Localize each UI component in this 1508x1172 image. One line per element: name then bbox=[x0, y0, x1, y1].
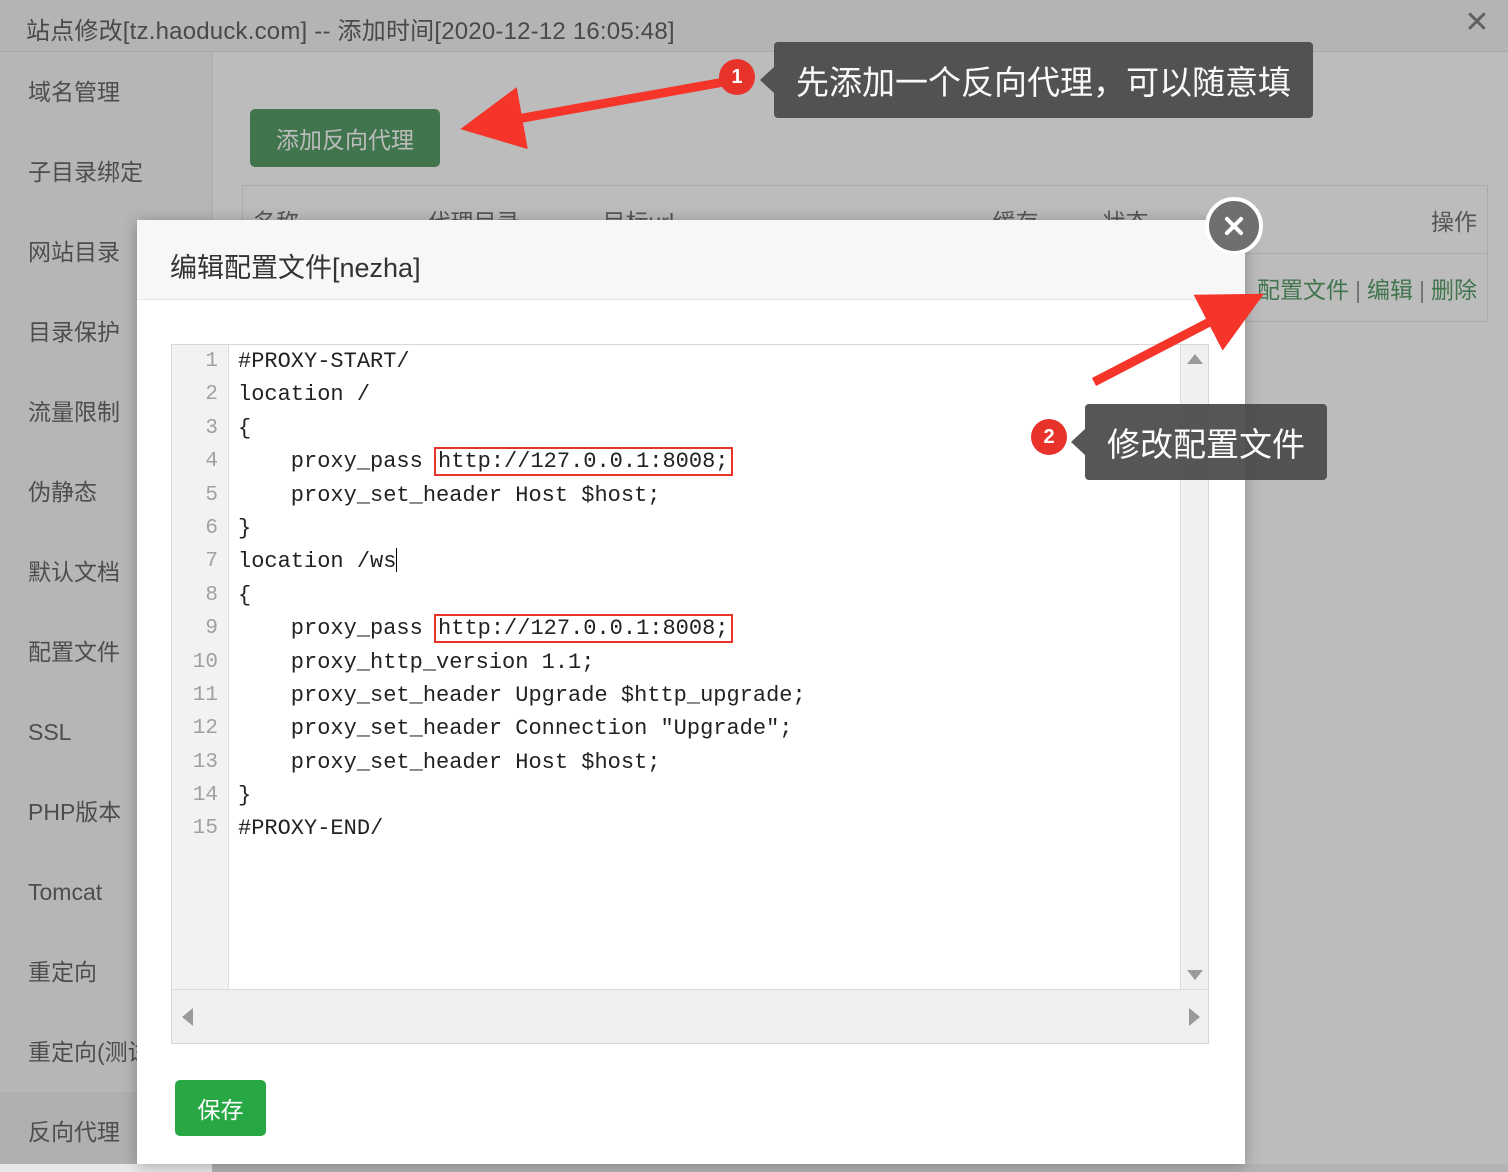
modal-title: 编辑配置文件[nezha] bbox=[170, 253, 421, 283]
code-line[interactable]: proxy_set_header Host $host; bbox=[238, 479, 1208, 512]
code-line[interactable]: location / bbox=[238, 378, 1208, 411]
window-close-icon[interactable]: ✕ bbox=[1460, 6, 1494, 40]
code-line[interactable]: location /ws bbox=[238, 545, 1208, 578]
code-line[interactable]: proxy_http_version 1.1; bbox=[238, 646, 1208, 679]
code-line[interactable]: } bbox=[238, 512, 1208, 545]
highlighted-url: http://127.0.0.1:8008; bbox=[434, 447, 733, 477]
editor-horizontal-scrollbar[interactable] bbox=[172, 989, 1208, 1043]
scroll-left-arrow-icon[interactable] bbox=[182, 1008, 193, 1026]
code-line[interactable]: } bbox=[238, 779, 1208, 812]
code-line[interactable]: proxy_set_header Upgrade $http_upgrade; bbox=[238, 679, 1208, 712]
scroll-right-arrow-icon[interactable] bbox=[1189, 1008, 1200, 1026]
line-number: 13 bbox=[192, 750, 218, 774]
line-number: 6 bbox=[205, 516, 218, 540]
highlighted-url: http://127.0.0.1:8008; bbox=[434, 614, 733, 644]
cell-actions: 配置文件 | 编辑 | 删除 bbox=[1212, 253, 1488, 322]
code-text: { bbox=[238, 415, 252, 441]
code-line[interactable]: proxy_set_header Connection "Upgrade"; bbox=[238, 712, 1208, 745]
action-edit-link[interactable]: 编辑 bbox=[1367, 277, 1413, 303]
action-delete-link[interactable]: 删除 bbox=[1431, 277, 1477, 303]
code-text: #PROXY-END/ bbox=[238, 816, 384, 842]
code-text: } bbox=[238, 783, 252, 809]
editor-line-number-gutter: 1 2 3 4 5 6 7 8 9 10 11 12 13 14 15 bbox=[172, 345, 229, 989]
line-number: 1 bbox=[205, 350, 218, 373]
line-number: 4 bbox=[205, 450, 218, 474]
add-reverse-proxy-button[interactable]: 添加反向代理 bbox=[250, 109, 440, 167]
annotation-badge-2: 2 bbox=[1031, 419, 1067, 455]
code-text: proxy_pass bbox=[238, 449, 437, 475]
code-text: proxy_set_header Upgrade $http_upgrade; bbox=[238, 682, 806, 708]
code-line[interactable]: { bbox=[238, 579, 1208, 612]
code-line[interactable]: proxy_pass http://127.0.0.1:8008; bbox=[238, 445, 1208, 478]
code-text: proxy_pass bbox=[238, 616, 437, 642]
page-title: 站点修改[tz.haoduck.com] -- 添加时间[2020-12-12 … bbox=[26, 18, 675, 45]
line-number: 7 bbox=[205, 550, 218, 574]
line-number: 11 bbox=[192, 683, 218, 707]
sidebar-item-subdir[interactable]: 子目录绑定 bbox=[0, 132, 212, 212]
code-text: proxy_set_header Host $host; bbox=[238, 749, 661, 775]
annotation-badge-1: 1 bbox=[719, 59, 755, 95]
annotation-label-2: 修改配置文件 bbox=[1071, 404, 1327, 480]
line-number: 2 bbox=[205, 383, 218, 407]
edit-config-modal: 编辑配置文件[nezha] 1 2 3 4 5 6 7 8 9 10 11 12… bbox=[137, 197, 1263, 1164]
code-line[interactable]: proxy_set_header Host $host; bbox=[238, 746, 1208, 779]
code-line[interactable]: #PROXY-END/ bbox=[238, 812, 1208, 845]
line-number: 15 bbox=[192, 817, 218, 841]
line-number: 9 bbox=[205, 617, 218, 641]
line-number: 14 bbox=[192, 784, 218, 808]
scroll-up-arrow-icon[interactable] bbox=[1187, 354, 1203, 364]
code-text: { bbox=[238, 582, 252, 608]
action-separator-2: | bbox=[1419, 276, 1425, 303]
action-config-file-link[interactable]: 配置文件 bbox=[1257, 277, 1349, 303]
line-number: 8 bbox=[205, 583, 218, 607]
code-text: proxy_set_header Host $host; bbox=[238, 482, 661, 508]
save-button[interactable]: 保存 bbox=[175, 1080, 266, 1136]
scroll-down-arrow-icon[interactable] bbox=[1187, 970, 1203, 980]
code-text: location / bbox=[238, 382, 371, 408]
code-text: proxy_set_header Connection "Upgrade"; bbox=[238, 716, 793, 742]
line-number: 5 bbox=[205, 483, 218, 507]
code-text: } bbox=[238, 515, 252, 541]
code-line[interactable]: #PROXY-START/ bbox=[238, 345, 1208, 378]
close-icon[interactable] bbox=[1205, 197, 1263, 255]
code-text: proxy_http_version 1.1; bbox=[238, 649, 595, 675]
code-text: #PROXY-START/ bbox=[238, 349, 410, 374]
text-cursor bbox=[396, 548, 398, 573]
line-number: 3 bbox=[205, 416, 218, 440]
code-line[interactable]: proxy_pass http://127.0.0.1:8008; bbox=[238, 612, 1208, 645]
sidebar-item-domain[interactable]: 域名管理 bbox=[0, 52, 212, 132]
line-number: 10 bbox=[192, 650, 218, 674]
code-text: location /ws bbox=[238, 549, 397, 575]
action-separator-1: | bbox=[1355, 276, 1362, 303]
annotation-label-1: 先添加一个反向代理，可以随意填 bbox=[760, 42, 1313, 118]
line-number: 12 bbox=[192, 717, 218, 741]
modal-header: 编辑配置文件[nezha] bbox=[137, 220, 1245, 300]
